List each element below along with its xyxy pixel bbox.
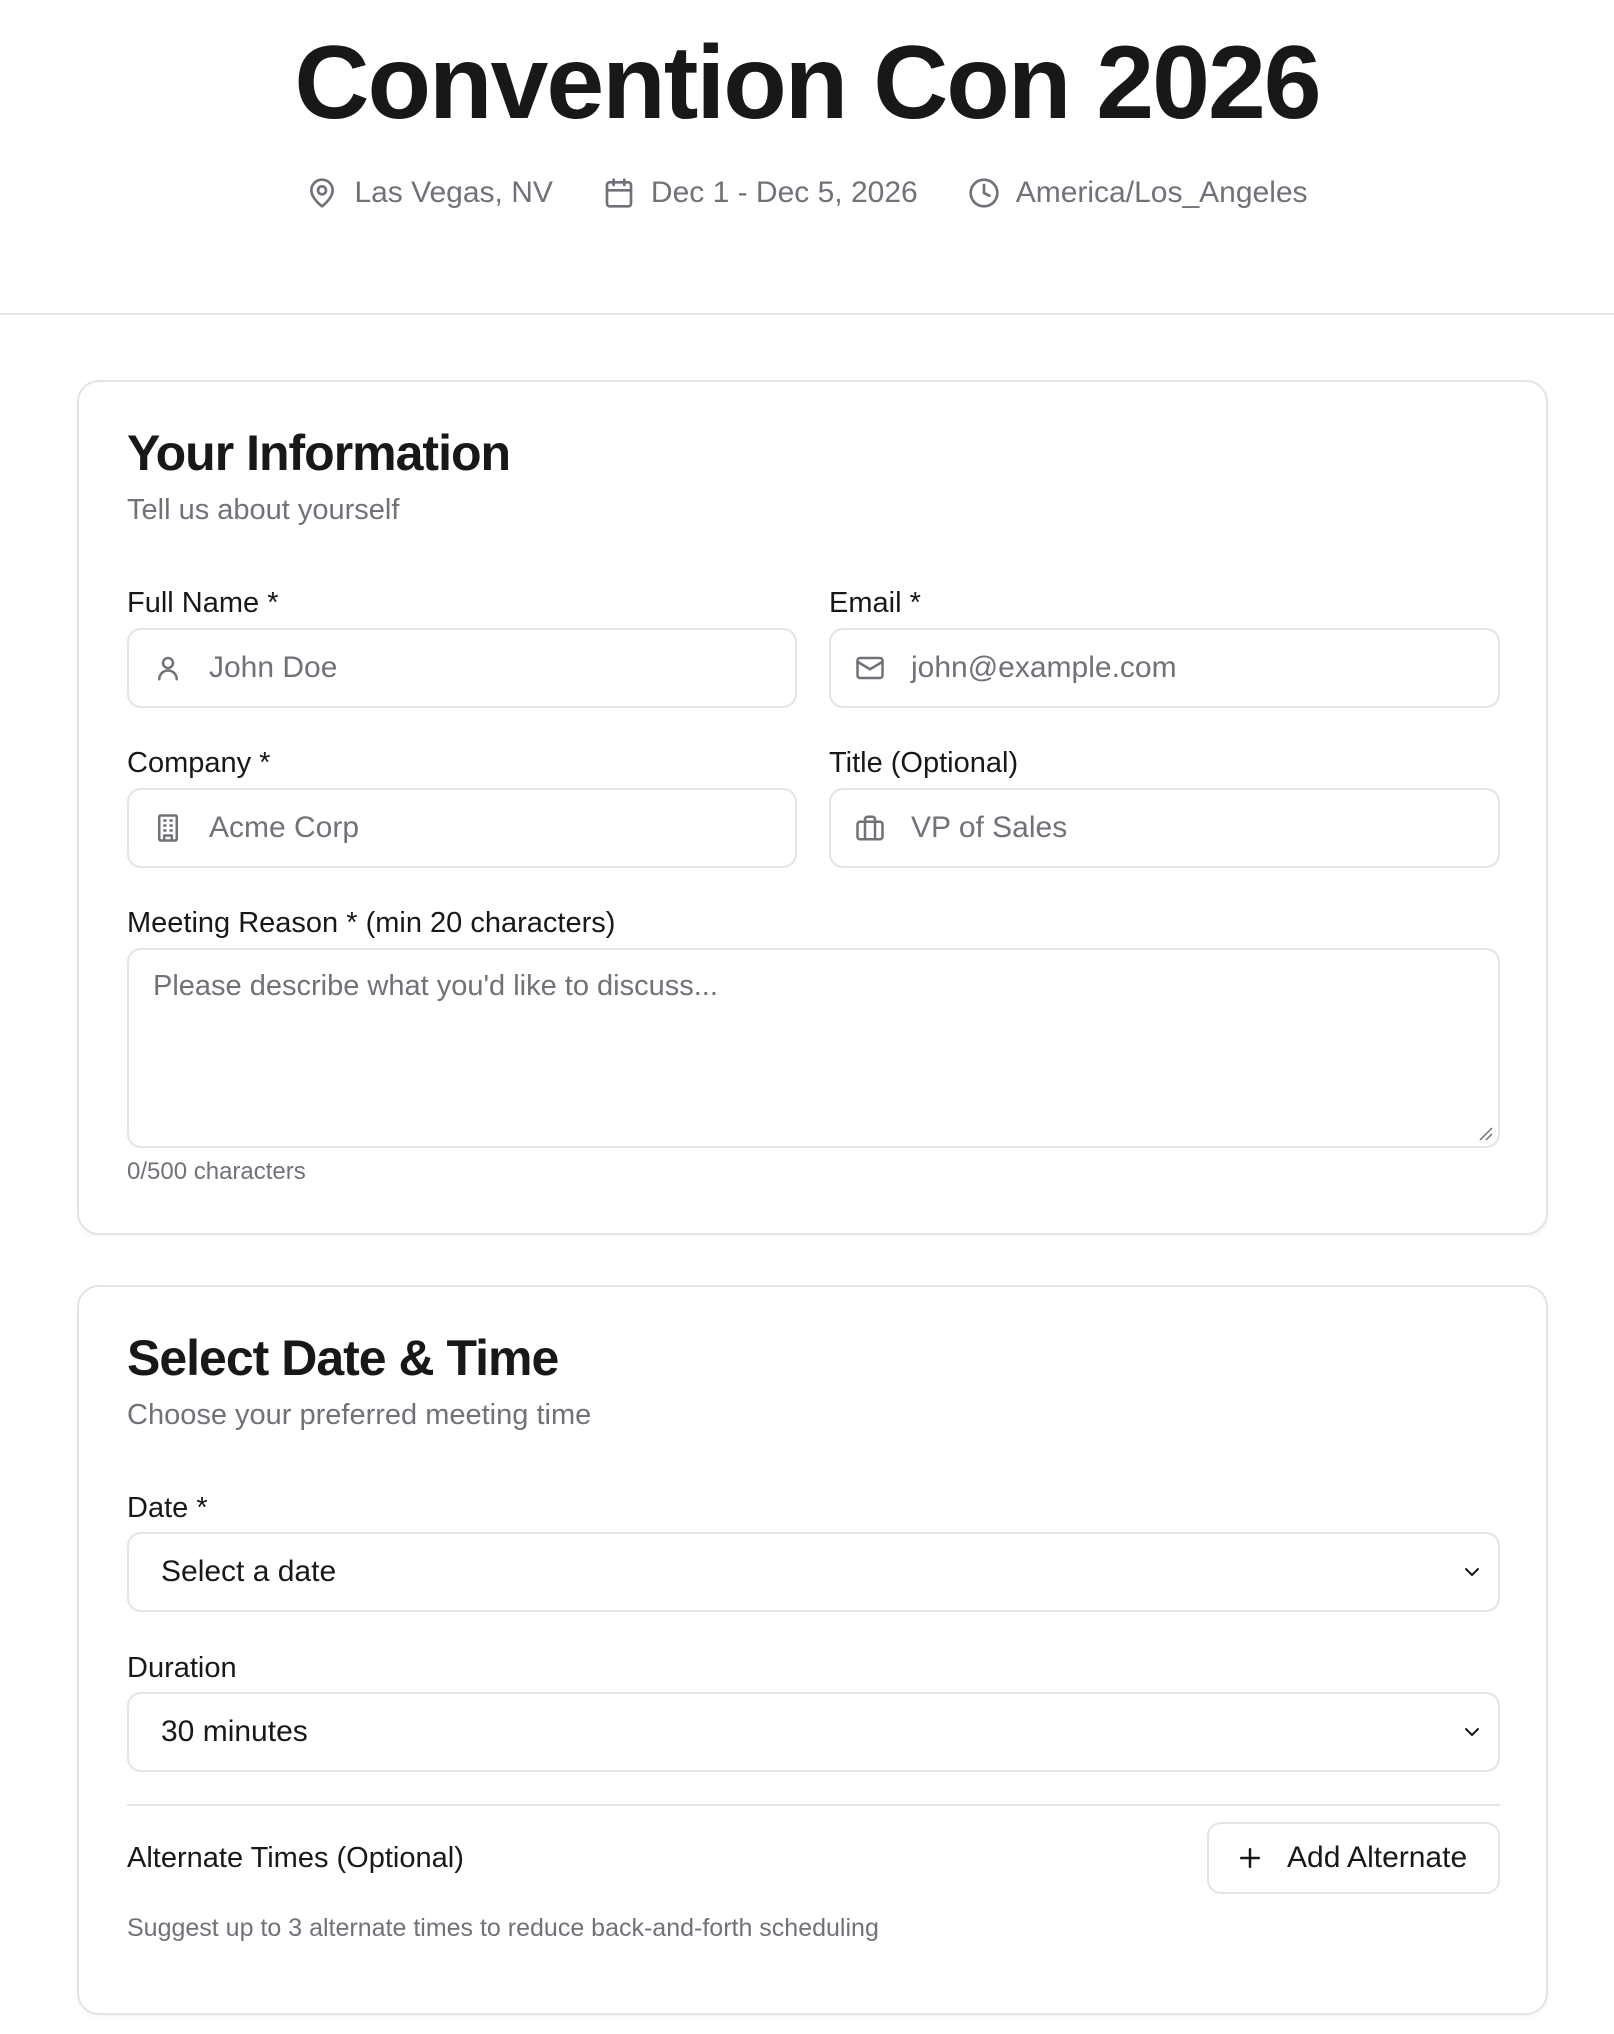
alternate-times-hint: Suggest up to 3 alternate times to reduc… bbox=[127, 1914, 879, 1942]
company-label: Company * bbox=[127, 747, 271, 779]
duration-label: Duration bbox=[127, 1652, 237, 1684]
job-title-label: Title (Optional) bbox=[829, 747, 1019, 779]
event-timezone-text: America/Los_Angeles bbox=[1015, 176, 1308, 209]
date-select[interactable]: Select a date bbox=[127, 1532, 1500, 1612]
section-divider bbox=[127, 1804, 1500, 1806]
briefcase-icon bbox=[856, 815, 884, 841]
card-title: Your Information bbox=[127, 425, 511, 481]
company-placeholder: Acme Corp bbox=[209, 811, 360, 844]
event-meta: Las Vegas, NV Dec 1 - Dec 5, 2026 Americ… bbox=[0, 176, 1614, 210]
your-information-card: Your Information Tell us about yourself … bbox=[77, 380, 1548, 1235]
email-label: Email * bbox=[829, 587, 921, 619]
full-name-label: Full Name * bbox=[127, 587, 279, 619]
add-alternate-button[interactable]: Add Alternate bbox=[1207, 1822, 1500, 1894]
chevron-down-icon bbox=[1465, 1728, 1479, 1736]
user-icon bbox=[158, 656, 178, 681]
card-title: Select Date & Time bbox=[127, 1330, 559, 1386]
plus-icon bbox=[1240, 1848, 1260, 1868]
date-select-value: Select a date bbox=[161, 1555, 337, 1588]
event-dates: Dec 1 - Dec 5, 2026 bbox=[603, 176, 918, 210]
event-header: Convention Con 2026 Las Vegas, NV Dec 1 … bbox=[0, 0, 1614, 315]
email-placeholder: john@example.com bbox=[911, 651, 1177, 684]
resize-handle-icon[interactable] bbox=[1476, 1124, 1494, 1142]
date-label: Date * bbox=[127, 1492, 208, 1524]
full-name-placeholder: John Doe bbox=[209, 651, 338, 684]
event-dates-text: Dec 1 - Dec 5, 2026 bbox=[650, 176, 918, 209]
select-date-time-card: Select Date & Time Choose your preferred… bbox=[77, 1285, 1548, 2015]
full-name-input[interactable]: John Doe bbox=[127, 628, 797, 708]
map-pin-icon bbox=[310, 178, 335, 208]
meeting-reason-label: Meeting Reason * (min 20 characters) bbox=[127, 907, 616, 939]
event-location-text: Las Vegas, NV bbox=[354, 176, 553, 209]
event-location: Las Vegas, NV bbox=[306, 176, 553, 210]
duration-select-value: 30 minutes bbox=[161, 1715, 308, 1748]
calendar-icon bbox=[605, 178, 633, 208]
job-title-input[interactable]: VP of Sales bbox=[829, 788, 1500, 868]
character-counter: 0/500 characters bbox=[127, 1158, 306, 1185]
card-subtitle: Tell us about yourself bbox=[127, 494, 400, 526]
card-subtitle: Choose your preferred meeting time bbox=[127, 1399, 592, 1431]
building-icon bbox=[158, 814, 178, 842]
duration-select[interactable]: 30 minutes bbox=[127, 1692, 1500, 1772]
alternate-times-label: Alternate Times (Optional) bbox=[127, 1842, 464, 1874]
add-alternate-label: Add Alternate bbox=[1287, 1841, 1468, 1874]
meeting-reason-textarea[interactable]: Please describe what you'd like to discu… bbox=[127, 948, 1500, 1148]
clock-icon bbox=[969, 178, 999, 208]
mail-icon bbox=[856, 656, 884, 680]
email-input[interactable]: john@example.com bbox=[829, 628, 1500, 708]
event-title: Convention Con 2026 bbox=[294, 25, 1321, 141]
company-input[interactable]: Acme Corp bbox=[127, 788, 797, 868]
chevron-down-icon bbox=[1465, 1568, 1479, 1576]
event-timezone: America/Los_Angeles bbox=[968, 176, 1308, 210]
job-title-placeholder: VP of Sales bbox=[911, 811, 1068, 844]
meeting-reason-placeholder: Please describe what you'd like to discu… bbox=[153, 970, 718, 1002]
